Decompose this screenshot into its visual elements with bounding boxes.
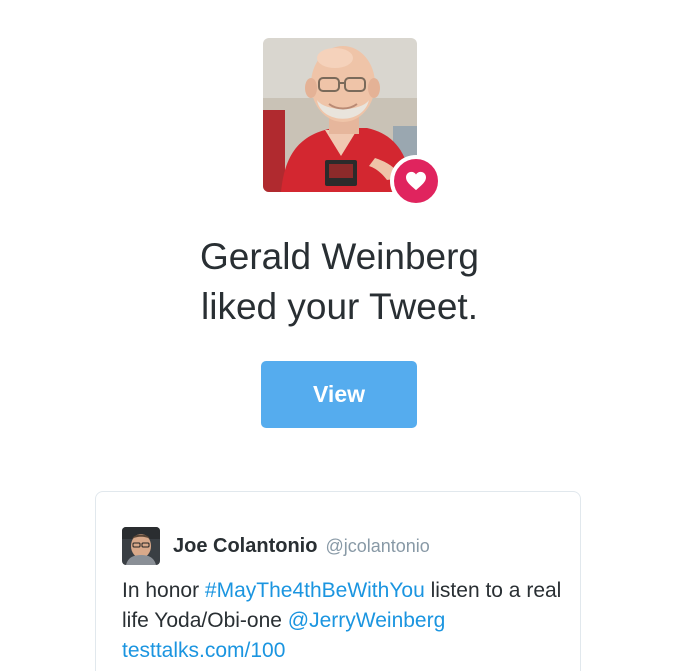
author-handle[interactable]: @jcolantonio xyxy=(325,536,429,557)
author-avatar[interactable] xyxy=(122,527,160,565)
action-text: liked your Tweet. xyxy=(201,286,478,327)
heart-badge xyxy=(390,155,442,207)
tweet-card[interactable]: Joe Colantonio @jcolantonio In honor #Ma… xyxy=(95,491,581,671)
hashtag-link[interactable]: #MayThe4thBeWithYou xyxy=(205,579,425,602)
heart-icon xyxy=(406,171,426,191)
tweet-header: Joe Colantonio @jcolantonio xyxy=(122,526,430,566)
liker-avatar-container xyxy=(263,38,442,207)
url-link[interactable]: testtalks.com/100 xyxy=(122,639,285,662)
notification-page: Gerald Weinberg liked your Tweet. View J… xyxy=(0,0,679,671)
author-name[interactable]: Joe Colantonio xyxy=(173,535,317,558)
tweet-text: In honor #MayThe4thBeWithYou listen to a… xyxy=(122,576,572,666)
notification-headline: Gerald Weinberg liked your Tweet. xyxy=(0,232,679,332)
actor-name[interactable]: Gerald Weinberg xyxy=(0,232,679,282)
tweet-text-part1: In honor xyxy=(122,579,205,602)
mention-link[interactable]: @JerryWeinberg xyxy=(288,609,445,632)
view-button[interactable]: View xyxy=(261,361,417,428)
